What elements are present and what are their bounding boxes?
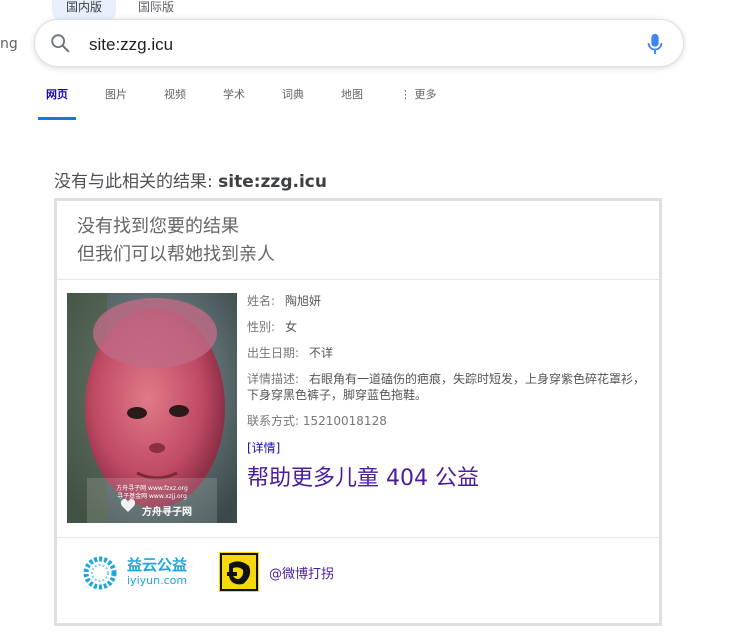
- weibo-link[interactable]: @微博打拐: [219, 552, 334, 592]
- tab-more[interactable]: ⋮ 更多: [400, 84, 437, 120]
- child-photo-image: 方舟寻子网 www.fzxz.org 寻子基金网 www.xzjj.org 方舟…: [67, 293, 237, 523]
- microphone-icon[interactable]: [645, 33, 665, 55]
- card-line-2: 但我们可以帮她找到亲人: [77, 244, 275, 265]
- search-icon[interactable]: [49, 32, 71, 54]
- no-results-message: 没有与此相关的结果: site:zzg.icu: [54, 167, 327, 192]
- name-value: 陶旭妍: [285, 294, 322, 308]
- tab-videos[interactable]: 视频: [164, 84, 186, 120]
- tab-dictionary[interactable]: 词典: [282, 84, 304, 120]
- yiyun-text: 益云公益 iyiyun.com: [127, 558, 187, 588]
- gender-row: 性别: 女: [247, 319, 652, 335]
- name-label: 姓名:: [247, 294, 276, 308]
- description-value: 右眼角有一道磕伤的疤痕，失踪时短发，上身穿紫色碎花罩衫，下身穿黑色裤子，脚穿蓝色…: [247, 372, 646, 402]
- yiyun-domain: iyiyun.com: [127, 574, 188, 587]
- tab-images[interactable]: 图片: [105, 84, 127, 120]
- name-row: 姓名: 陶旭妍: [247, 293, 652, 309]
- birth-label: 出生日期:: [247, 346, 300, 360]
- child-photo[interactable]: 方舟寻子网 www.fzxz.org 寻子基金网 www.xzjj.org 方舟…: [67, 293, 237, 523]
- tab-web[interactable]: 网页: [38, 84, 76, 120]
- no-results-query: site:zzg.icu: [218, 172, 327, 192]
- gender-label: 性别:: [247, 320, 276, 334]
- card-line-1: 没有找到您要的结果: [77, 216, 239, 237]
- yiyun-logo[interactable]: 益云公益 iyiyun.com: [81, 554, 187, 592]
- yiyun-ring-icon: [83, 556, 117, 590]
- missing-child-card: 没有找到您要的结果 但我们可以帮她找到亲人 方舟寻子网 www.fzxz.org…: [54, 198, 662, 626]
- photo-logo-text: 方舟寻子网: [142, 505, 192, 518]
- card-header: 没有找到您要的结果 但我们可以帮她找到亲人: [57, 201, 659, 280]
- contact-row: 联系方式: 15210018128: [247, 414, 387, 428]
- details-link[interactable]: [详情]: [247, 439, 652, 456]
- yiyun-name: 益云公益: [127, 556, 188, 574]
- search-box: [34, 19, 684, 67]
- tab-more-label: 更多: [414, 88, 437, 101]
- birth-value: 不详: [309, 346, 334, 360]
- tab-international[interactable]: 国际版: [124, 0, 188, 21]
- search-input[interactable]: [87, 31, 631, 59]
- photo-watermark-2: 寻子基金网 www.xzjj.org: [117, 492, 187, 500]
- child-details: 姓名: 陶旭妍 性别: 女 出生日期: 不详 详情描述: 右眼角有一道磕伤的疤痕，失踪时…: [247, 293, 652, 492]
- region-tabs: 国内版 国际版: [52, 0, 188, 21]
- edge-text: ng: [0, 36, 18, 52]
- description-label: 详情描述:: [247, 372, 300, 386]
- card-footer: 益云公益 iyiyun.com @微博打拐: [57, 537, 659, 626]
- gender-value: 女: [285, 320, 298, 334]
- tab-domestic[interactable]: 国内版: [52, 0, 117, 21]
- weibo-anti-trafficking-icon: [219, 552, 259, 592]
- tab-academic[interactable]: 学术: [223, 84, 245, 120]
- photo-watermark-1: 方舟寻子网 www.fzxz.org: [116, 484, 188, 492]
- birth-row: 出生日期: 不详: [247, 345, 652, 361]
- description-row: 详情描述: 右眼角有一道磕伤的疤痕，失踪时短发，上身穿紫色碎花罩衫，下身穿黑色裤子…: [247, 371, 652, 403]
- search-nav: 网页 图片 视频 学术 词典 地图 ⋮ 更多: [38, 84, 474, 120]
- more-vert-icon: ⋮: [400, 88, 411, 101]
- help-children-link[interactable]: 帮助更多儿童 404 公益: [247, 460, 652, 492]
- weibo-label: @微博打拐: [269, 566, 335, 582]
- no-results-prefix: 没有与此相关的结果:: [54, 172, 219, 192]
- tab-maps[interactable]: 地图: [341, 84, 363, 120]
